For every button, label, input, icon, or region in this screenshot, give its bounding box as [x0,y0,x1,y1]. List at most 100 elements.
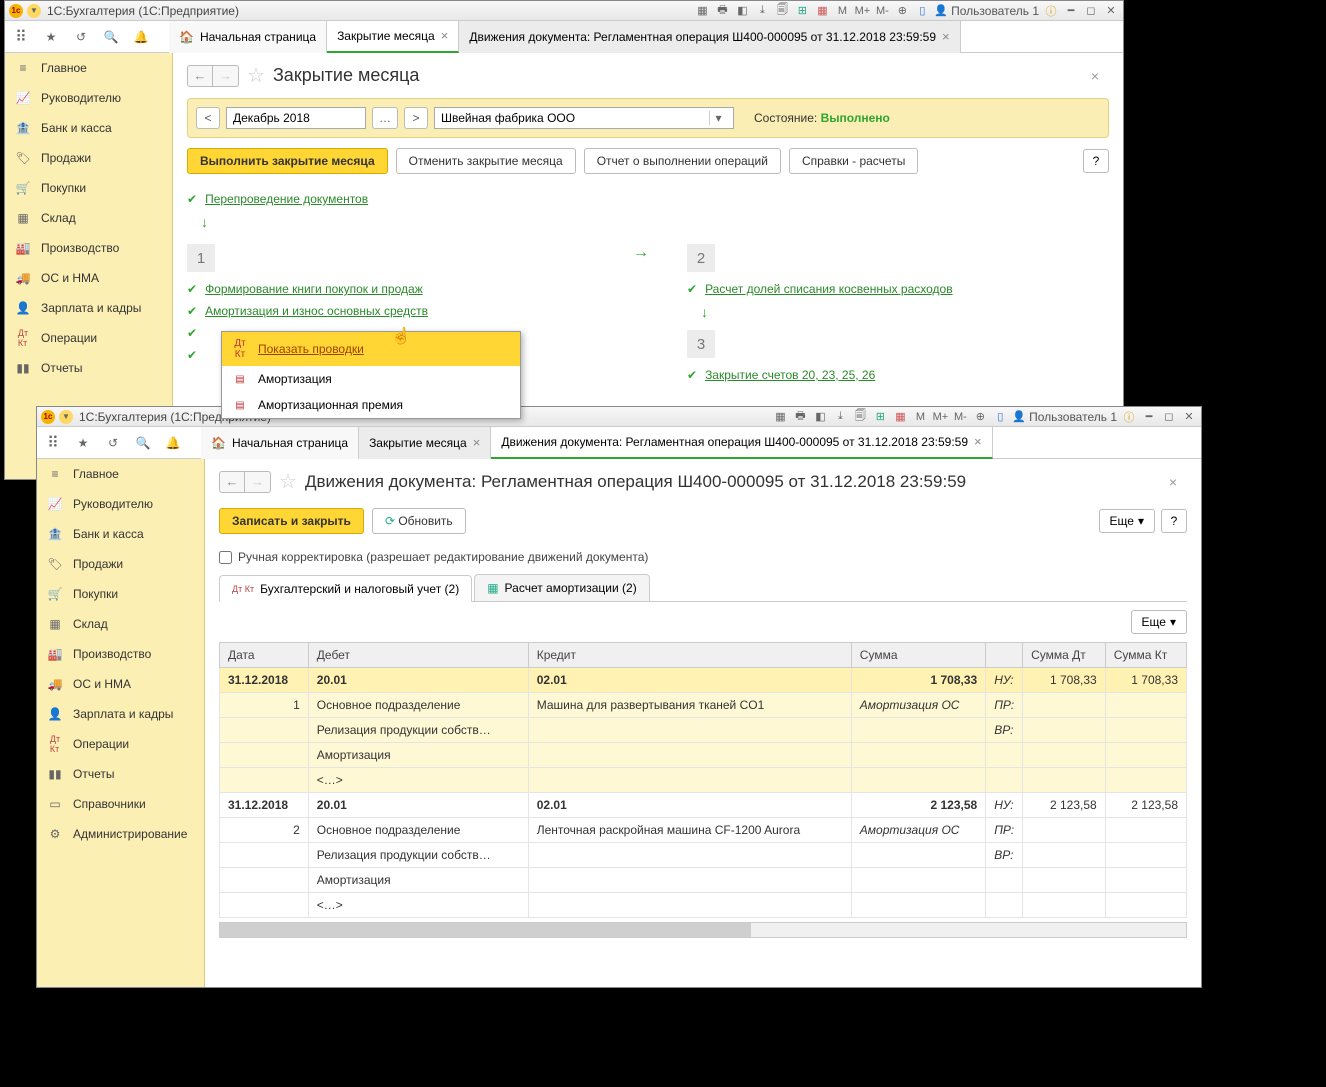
op-close-accounts-link[interactable]: Закрытие счетов 20, 23, 25, 26 [705,368,875,382]
next-period-button[interactable]: > [404,107,428,129]
close-icon[interactable]: × [942,29,950,44]
th-sum[interactable]: Сумма [851,643,985,668]
forward-button[interactable]: → [245,471,271,493]
table-row[interactable]: Релизация продукции собств… ВР: [220,843,1187,868]
more-button[interactable]: Еще ▾ [1099,509,1155,533]
ctx-amort[interactable]: ▤Амортизация [222,366,520,392]
search-icon[interactable]: 🔍 [135,435,151,451]
scroll-thumb[interactable] [220,923,751,937]
sidebar-item-production[interactable]: 🏭Производство [37,639,204,669]
favorite-icon[interactable]: ☆ [279,469,297,494]
table-row[interactable]: 1 Основное подразделение Машина для разв… [220,693,1187,718]
apps-icon[interactable]: ⠿ [13,29,29,45]
close-icon[interactable]: × [974,434,982,449]
table-row[interactable]: Амортизация [220,743,1187,768]
user-label[interactable]: 👤 Пользователь 1 [934,4,1039,18]
sidebar-item-assets[interactable]: 🚚ОС и НМА [5,263,172,293]
dropdown-icon[interactable]: ▼ [27,4,41,18]
save-icon[interactable]: ⤓ [754,3,770,19]
chevron-down-icon[interactable]: ▾ [709,111,727,125]
history-icon[interactable]: ↺ [73,29,89,45]
tab-doc-movements[interactable]: Движения документа: Регламентная операци… [459,21,960,53]
close-window-icon[interactable]: ✕ [1181,409,1197,425]
sidebar-item-operations[interactable]: ДтКтОперации [5,323,172,353]
zoom-icon[interactable]: ⊕ [972,409,988,425]
run-close-button[interactable]: Выполнить закрытие месяца [187,148,388,174]
tab-close-month[interactable]: Закрытие месяца× [359,427,491,459]
sidebar-item-warehouse[interactable]: ▦Склад [37,609,204,639]
table-row[interactable]: Релизация продукции собств… ВР: [220,718,1187,743]
close-icon[interactable]: × [441,28,449,43]
print-icon[interactable]: 🖶 [792,409,808,425]
th-debit[interactable]: Дебет [308,643,528,668]
sidebar-item-reports[interactable]: ▮▮Отчеты [5,353,172,383]
sidebar-item-bank[interactable]: 🏦Банк и касса [5,113,172,143]
sidebar-item-sales[interactable]: 🏷Продажи [37,549,204,579]
prev-period-button[interactable]: < [196,107,220,129]
sidebar-item-catalogs[interactable]: ▭Справочники [37,789,204,819]
search-icon[interactable]: 🔍 [103,29,119,45]
info-icon[interactable]: ⓘ [1121,409,1137,425]
tab-close-month[interactable]: Закрытие месяца× [327,21,459,53]
minimize-icon[interactable]: ━ [1063,3,1079,19]
sidebar-item-hr[interactable]: 👤Зарплата и кадры [37,699,204,729]
close-page-icon[interactable]: × [1169,474,1177,490]
op-indirect-link[interactable]: Расчет долей списания косвенных расходов [705,282,953,296]
org-select[interactable]: Швейная фабрика ООО▾ [434,107,734,129]
sidebar-item-manager[interactable]: 📈Руководителю [37,489,204,519]
mminus-icon[interactable]: M- [874,3,890,19]
calendar-icon[interactable]: ▦ [892,409,908,425]
sidebar-item-assets[interactable]: 🚚ОС и НМА [37,669,204,699]
sidebar-item-purchases[interactable]: 🛒Покупки [37,579,204,609]
sidebar-item-reports[interactable]: ▮▮Отчеты [37,759,204,789]
table-row[interactable]: <…> [220,768,1187,793]
panes-icon[interactable]: ▯ [914,3,930,19]
mplus-icon[interactable]: M+ [932,409,948,425]
calc-icon[interactable]: ⊞ [872,409,888,425]
calendar-icon[interactable]: ▦ [814,3,830,19]
maximize-icon[interactable]: ◻ [1083,3,1099,19]
op-amort-link[interactable]: Амортизация и износ основных средств [205,304,428,318]
apps-icon[interactable]: ⠿ [45,435,61,451]
tab-home[interactable]: 🏠 Начальная страница [169,21,327,53]
zoom-icon[interactable]: ⊕ [894,3,910,19]
table-row[interactable]: Амортизация [220,868,1187,893]
mplus-icon[interactable]: M+ [854,3,870,19]
period-picker-button[interactable]: … [372,107,398,129]
th-sumkt[interactable]: Сумма Кт [1105,643,1186,668]
references-button[interactable]: Справки - расчеты [789,148,918,174]
more-table-button[interactable]: Еще ▾ [1131,610,1187,634]
sidebar-item-operations[interactable]: ДтКтОперации [37,729,204,759]
back-button[interactable]: ← [187,65,213,87]
tab-accounting[interactable]: Дт КтБухгалтерский и налоговый учет (2) [219,575,472,602]
table-row[interactable]: 31.12.2018 20.01 02.01 2 123,58 НУ: 2 12… [220,793,1187,818]
th-credit[interactable]: Кредит [528,643,851,668]
sidebar-item-main[interactable]: ≡Главное [5,53,172,83]
print2-icon[interactable]: 🗐 [774,3,790,19]
ctx-show-entries[interactable]: ДтКтПоказать проводки [222,332,520,366]
save-close-button[interactable]: Записать и закрыть [219,508,364,534]
star-icon[interactable]: ★ [75,435,91,451]
sidebar-item-manager[interactable]: 📈Руководителю [5,83,172,113]
close-window-icon[interactable]: ✕ [1103,3,1119,19]
table-row[interactable]: <…> [220,893,1187,918]
maximize-icon[interactable]: ◻ [1161,409,1177,425]
info-icon[interactable]: ⓘ [1043,3,1059,19]
horizontal-scrollbar[interactable] [219,922,1187,938]
th-sumdt[interactable]: Сумма Дт [1023,643,1106,668]
minimize-icon[interactable]: ━ [1141,409,1157,425]
forward-button[interactable]: → [213,65,239,87]
help-button[interactable]: ? [1161,509,1187,533]
th-date[interactable]: Дата [220,643,309,668]
sidebar-item-main[interactable]: ≡Главное [37,459,204,489]
refresh-button[interactable]: ⟳ Обновить [372,508,466,534]
tool-icon[interactable]: ▦ [694,3,710,19]
print-icon[interactable]: 🖶 [714,3,730,19]
tab-doc-movements[interactable]: Движения документа: Регламентная операци… [491,427,992,459]
sidebar-item-warehouse[interactable]: ▦Склад [5,203,172,233]
m-icon[interactable]: M [912,409,928,425]
mminus-icon[interactable]: M- [952,409,968,425]
op-book-link[interactable]: Формирование книги покупок и продаж [205,282,423,296]
help-button[interactable]: ? [1083,149,1109,173]
back-button[interactable]: ← [219,471,245,493]
